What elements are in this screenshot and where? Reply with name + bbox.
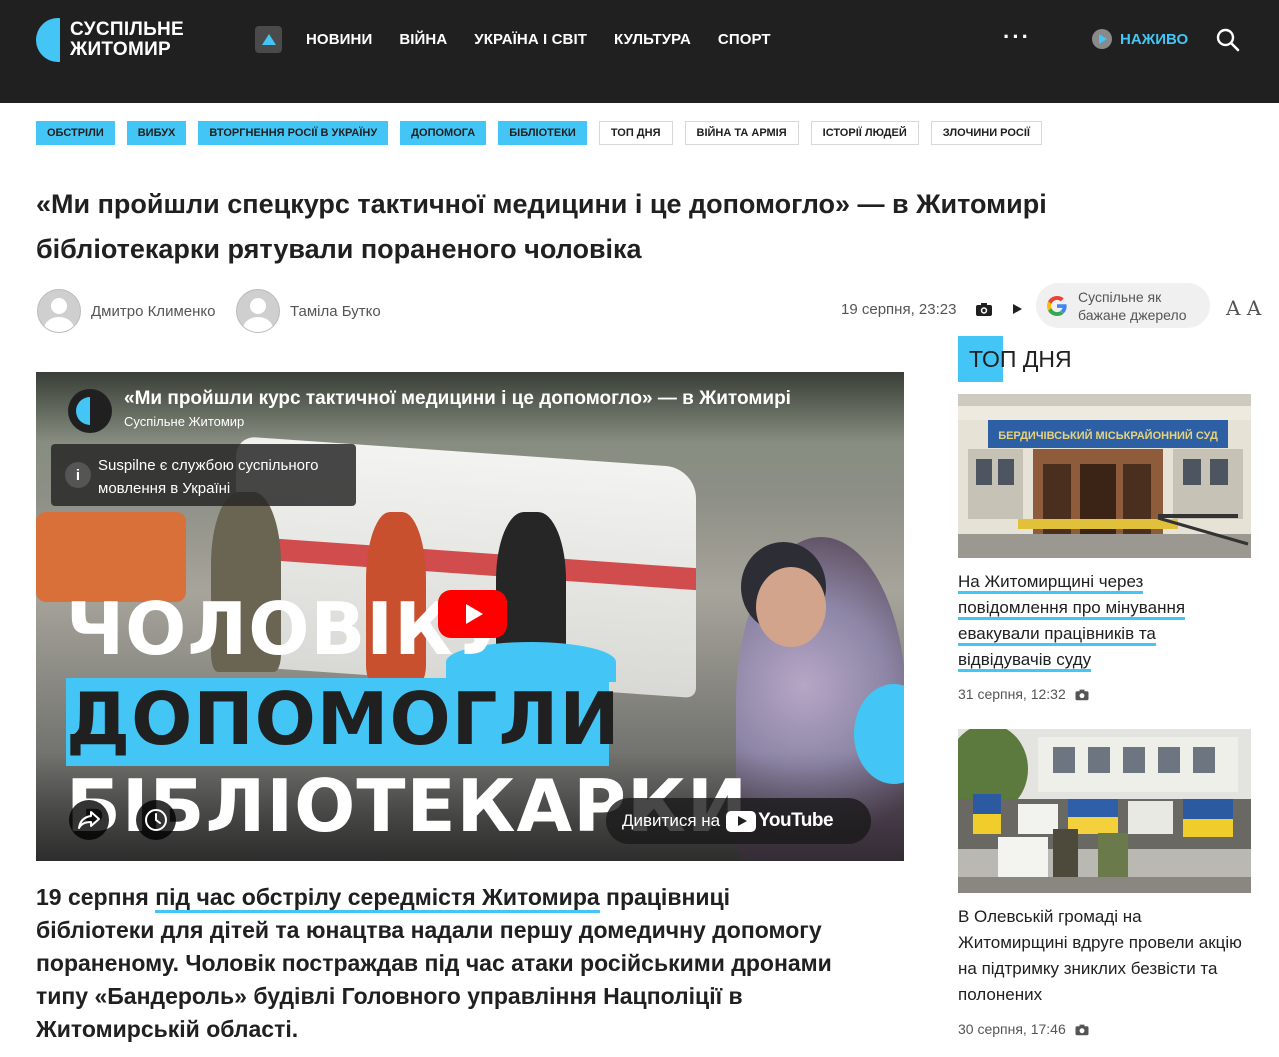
logo-line-2: ЖИТОМИР (70, 39, 171, 60)
court-sign-text: БЕРДИЧІВСЬКИЙ МІСЬКРАЙОННИЙ СУД (998, 429, 1218, 442)
avatar (37, 289, 81, 333)
home-button[interactable] (255, 26, 282, 53)
play-circle-icon (1092, 29, 1112, 49)
logo-mark-icon (36, 18, 60, 62)
avatar (236, 289, 280, 333)
share-icon[interactable] (69, 800, 109, 840)
youtube-logo-icon (726, 810, 757, 832)
google-icon (1047, 295, 1067, 316)
news-card-title[interactable]: В Олевській громаді на Житомирщині вдруг… (958, 904, 1251, 1008)
lead-start: 19 серпня (36, 884, 156, 910)
video-title[interactable]: «Ми пройшли курс тактичної медицини і це… (124, 388, 864, 410)
video-info-text: Suspilne є службою суспільного мовлення … (98, 457, 319, 497)
news-card-date-text: 30 серпня, 17:46 (958, 1021, 1066, 1037)
tag-russia-crimes[interactable]: ЗЛОЧИНИ РОСІЇ (930, 121, 1042, 145)
lead-link[interactable]: під час обстрілу середмістя Житомира (155, 884, 600, 913)
logo-text: СУСПІЛЬНЕ ЖИТОМИР (70, 20, 184, 60)
nav-item-news[interactable]: НОВИНИ (306, 31, 372, 48)
article-title: «Ми пройшли спецкурс тактичної медицини … (36, 189, 1047, 264)
tag-libraries[interactable]: БІБЛІОТЕКИ (498, 121, 587, 145)
news-card-date-text: 31 серпня, 12:32 (958, 686, 1066, 702)
google-source-text: Суспільне як бажане джерело (1078, 288, 1187, 324)
tag-explosion[interactable]: ВИБУХ (126, 121, 187, 145)
font-size-icon[interactable]: A A (1226, 296, 1261, 320)
play-icon (466, 604, 483, 624)
video-scene-woman-face (756, 567, 826, 647)
youtube-wordmark: YouTube (758, 810, 834, 831)
google-preferred-source-button[interactable]: Суспільне як бажане джерело (1036, 283, 1210, 328)
news-card-date: 30 серпня, 17:46 (958, 1021, 1090, 1037)
channel-avatar[interactable] (68, 389, 112, 433)
tag-top-day[interactable]: ТОП ДНЯ (598, 121, 673, 145)
youtube-play-button[interactable] (438, 590, 507, 638)
news-card-date: 31 серпня, 12:32 (958, 686, 1090, 702)
video-player[interactable]: «Ми пройшли курс тактичної медицини і це… (36, 372, 904, 861)
tag-war-army[interactable]: ВІЙНА ТА АРМІЯ (684, 121, 799, 145)
nav-item-ukraine-world[interactable]: УКРАЇНА І СВІТ (474, 31, 587, 48)
search-icon[interactable] (1215, 27, 1241, 53)
nav-item-sport[interactable]: СПОРТ (718, 31, 771, 48)
court-building-photo: БЕРДИЧІВСЬКИЙ МІСЬКРАЙОННИЙ СУД (958, 394, 1251, 558)
google-source-line-2: бажане джерело (1078, 306, 1187, 323)
author-1[interactable]: Дмитро Клименко (37, 289, 215, 333)
tag-shelling[interactable]: ОБСТРІЛИ (36, 121, 115, 145)
watch-on-youtube-button[interactable]: Дивитися на YouTube (606, 798, 871, 844)
author-name: Таміла Бутко (290, 302, 381, 320)
camera-icon (976, 303, 992, 316)
google-source-line-1: Суспільне як (1078, 288, 1162, 305)
camera-icon (1075, 1024, 1089, 1035)
info-icon: i (65, 462, 91, 488)
live-button[interactable]: НАЖИВО (1092, 29, 1188, 49)
news-card-image[interactable] (958, 729, 1251, 893)
tag-list: ОБСТРІЛИ ВИБУХ ВТОРГНЕННЯ РОСІЇ В УКРАЇН… (36, 121, 1054, 145)
video-play-icon (1013, 304, 1022, 314)
more-menu-button[interactable]: ··· (1003, 24, 1031, 50)
article-date: 19 серпня, 23:23 (841, 301, 957, 318)
logo-line-1: СУСПІЛЬНЕ (70, 19, 185, 40)
top-of-day-heading: ТОП ДНЯ (958, 336, 1072, 382)
author-2[interactable]: Таміла Бутко (236, 289, 381, 333)
watch-on-label: Дивитися на (622, 811, 721, 830)
author-name: Дмитро Клименко (91, 302, 216, 320)
news-card-title-text: На Житомирщині через повідомлення про мі… (958, 572, 1186, 672)
video-info-panel[interactable]: i Suspilne є службою суспільного мовленн… (51, 444, 356, 506)
watch-later-icon[interactable] (136, 800, 176, 840)
tag-help[interactable]: ДОПОМОГА (400, 121, 487, 145)
top-of-day-title: ТОП ДНЯ (969, 345, 1072, 372)
nav-item-culture[interactable]: КУЛЬТУРА (614, 31, 691, 48)
tag-people-stories[interactable]: ІСТОРІЇ ЛЮДЕЙ (810, 121, 919, 145)
triangle-up-icon (261, 34, 276, 45)
video-overlay-line-2: ДОПОМОГЛИ (66, 677, 621, 761)
news-card-title[interactable]: На Житомирщині через повідомлення про мі… (958, 569, 1251, 673)
live-label: НАЖИВО (1120, 30, 1189, 48)
main-nav: НОВИНИ ВІЙНА УКРАЇНА І СВІТ КУЛЬТУРА СПО… (255, 26, 798, 53)
rally-photo (958, 729, 1251, 893)
news-card-image[interactable]: БЕРДИЧІВСЬКИЙ МІСЬКРАЙОННИЙ СУД (958, 394, 1251, 558)
tag-invasion[interactable]: ВТОРГНЕННЯ РОСІЇ В УКРАЇНУ (198, 121, 389, 145)
site-header: СУСПІЛЬНЕ ЖИТОМИР НОВИНИ ВІЙНА УКРАЇНА І… (0, 0, 1279, 103)
camera-icon (1075, 689, 1089, 700)
article-lead: 19 серпня під час обстрілу середмістя Жи… (36, 881, 836, 1046)
nav-item-war[interactable]: ВІЙНА (399, 31, 447, 48)
video-channel[interactable]: Суспільне Житомир (124, 414, 244, 429)
site-logo[interactable]: СУСПІЛЬНЕ ЖИТОМИР (36, 18, 184, 62)
